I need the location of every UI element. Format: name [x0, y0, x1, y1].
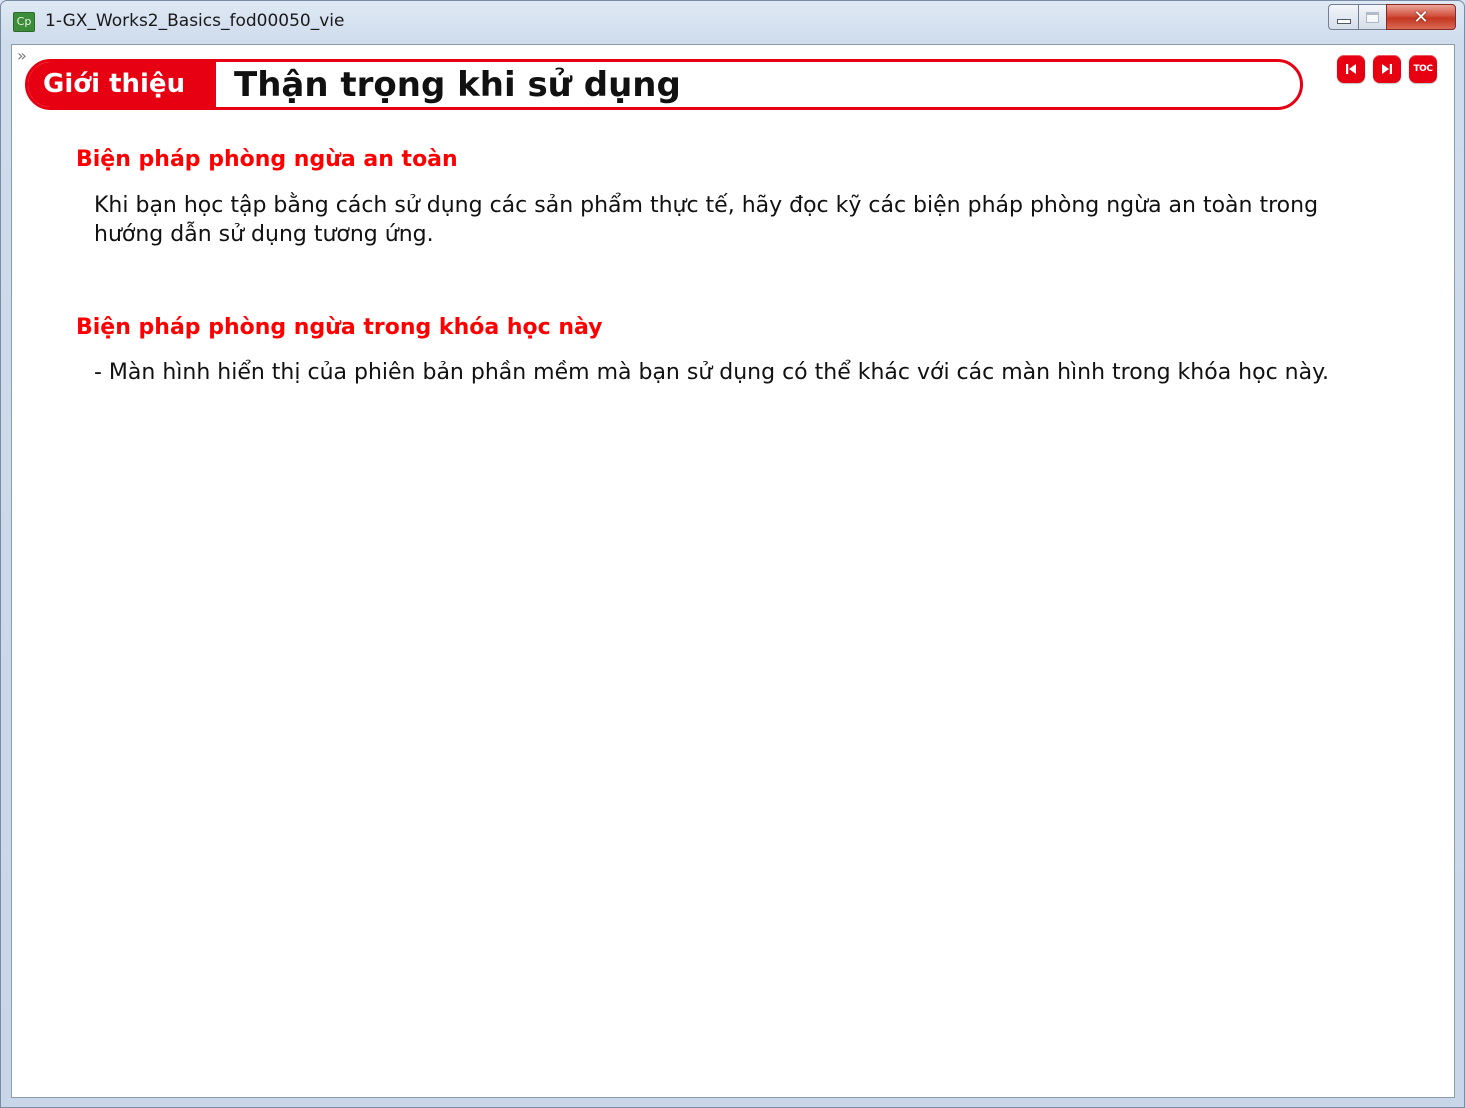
- toc-label: TOC: [1413, 64, 1433, 74]
- page-title: Thận trọng khi sử dụng: [234, 65, 681, 105]
- app-icon: Cp: [13, 12, 35, 32]
- maximize-button[interactable]: [1358, 4, 1386, 30]
- minimize-icon: [1336, 18, 1351, 24]
- section-label: Giới thiệu: [28, 62, 216, 107]
- application-window: Cp 1-GX_Works2_Basics_fod00050_vie ✕ » G…: [0, 0, 1465, 1108]
- title-bar[interactable]: Cp 1-GX_Works2_Basics_fod00050_vie ✕: [1, 1, 1465, 43]
- window-controls: ✕: [1328, 4, 1456, 30]
- section-heading-course: Biện pháp phòng ngừa trong khóa học này: [76, 315, 603, 340]
- next-button[interactable]: [1373, 55, 1401, 83]
- section-body-safety: Khi bạn học tập bằng cách sử dụng các sả…: [94, 193, 1319, 247]
- minimize-button[interactable]: [1328, 4, 1358, 30]
- page-header: Giới thiệu Thận trọng khi sử dụng: [25, 59, 1303, 110]
- toc-button[interactable]: TOC: [1409, 55, 1437, 83]
- window-title: 1-GX_Works2_Basics_fod00050_vie: [45, 11, 345, 31]
- close-icon: ✕: [1413, 6, 1429, 28]
- close-button[interactable]: ✕: [1386, 4, 1456, 30]
- skip-forward-icon: [1382, 64, 1392, 74]
- content-area: » Giới thiệu Thận trọng khi sử dụng TOC: [11, 44, 1455, 1098]
- section-body-course: - Màn hình hiển thị của phiên bản phần m…: [94, 360, 1329, 385]
- section-heading-safety: Biện pháp phòng ngừa an toàn: [76, 147, 458, 172]
- skip-back-icon: [1346, 64, 1356, 74]
- expand-sidebar-icon[interactable]: »: [17, 48, 27, 64]
- navigation-buttons: TOC: [1337, 55, 1437, 83]
- maximize-icon: [1366, 11, 1379, 23]
- previous-button[interactable]: [1337, 55, 1365, 83]
